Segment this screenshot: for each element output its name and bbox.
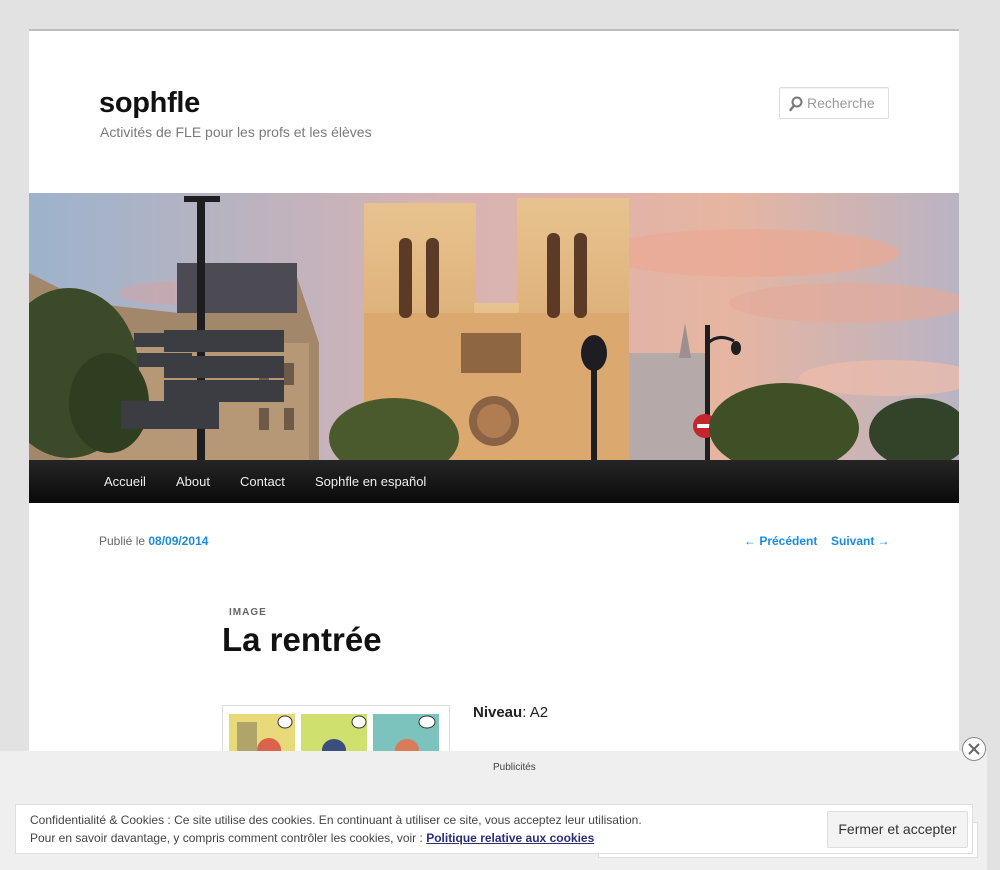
level-value: A2 — [529, 704, 549, 721]
close-icon — [968, 743, 980, 755]
nav-item-about[interactable]: About — [176, 460, 210, 503]
cookie-banner: Confidentialité & Cookies : Ce site util… — [15, 804, 973, 854]
cookie-text-prefix: Pour en savoir davantage, y compris comm… — [30, 831, 423, 845]
next-post-link[interactable]: Suivant → — [831, 534, 890, 548]
cookie-policy-link[interactable]: Politique relative aux cookies — [426, 831, 594, 845]
post-level: Niveau: A2 — [473, 704, 548, 721]
previous-post-link[interactable]: ← Précédent — [744, 534, 817, 548]
nav-item-sophfle-espanol[interactable]: Sophfle en español — [315, 460, 426, 503]
cookie-text-line1: Confidentialité & Cookies : Ce site util… — [30, 813, 642, 827]
published-prefix: Publié le — [99, 534, 146, 548]
level-label: Niveau — [473, 704, 523, 721]
post-format-label[interactable]: IMAGE — [229, 607, 267, 618]
site-title[interactable]: sophfle — [99, 87, 200, 120]
nav-item-accueil[interactable]: Accueil — [104, 460, 146, 503]
accept-cookies-button[interactable]: Fermer et accepter — [827, 811, 968, 848]
search-placeholder: Recherche — [807, 95, 875, 111]
ads-label: Publicités — [493, 762, 536, 773]
level-colon: : — [522, 704, 527, 721]
post-meta: Publié le 08/09/2014 — [99, 534, 208, 548]
nav-item-contact[interactable]: Contact — [240, 460, 285, 503]
post-date-link[interactable]: 08/09/2014 — [148, 534, 208, 548]
main-navigation: Accueil About Contact Sophfle en español — [29, 460, 959, 503]
header-banner-image[interactable] — [29, 193, 959, 460]
site-description: Activités de FLE pour les profs et les é… — [100, 124, 372, 140]
search-icon — [789, 96, 803, 112]
page-container: sophfle Activités de FLE pour les profs … — [29, 29, 959, 870]
search-input[interactable]: Recherche — [779, 87, 889, 119]
close-ads-button[interactable] — [962, 737, 986, 761]
post-title: La rentrée — [222, 621, 382, 658]
cookie-text-line2: Pour en savoir davantage, y compris comm… — [30, 831, 594, 845]
